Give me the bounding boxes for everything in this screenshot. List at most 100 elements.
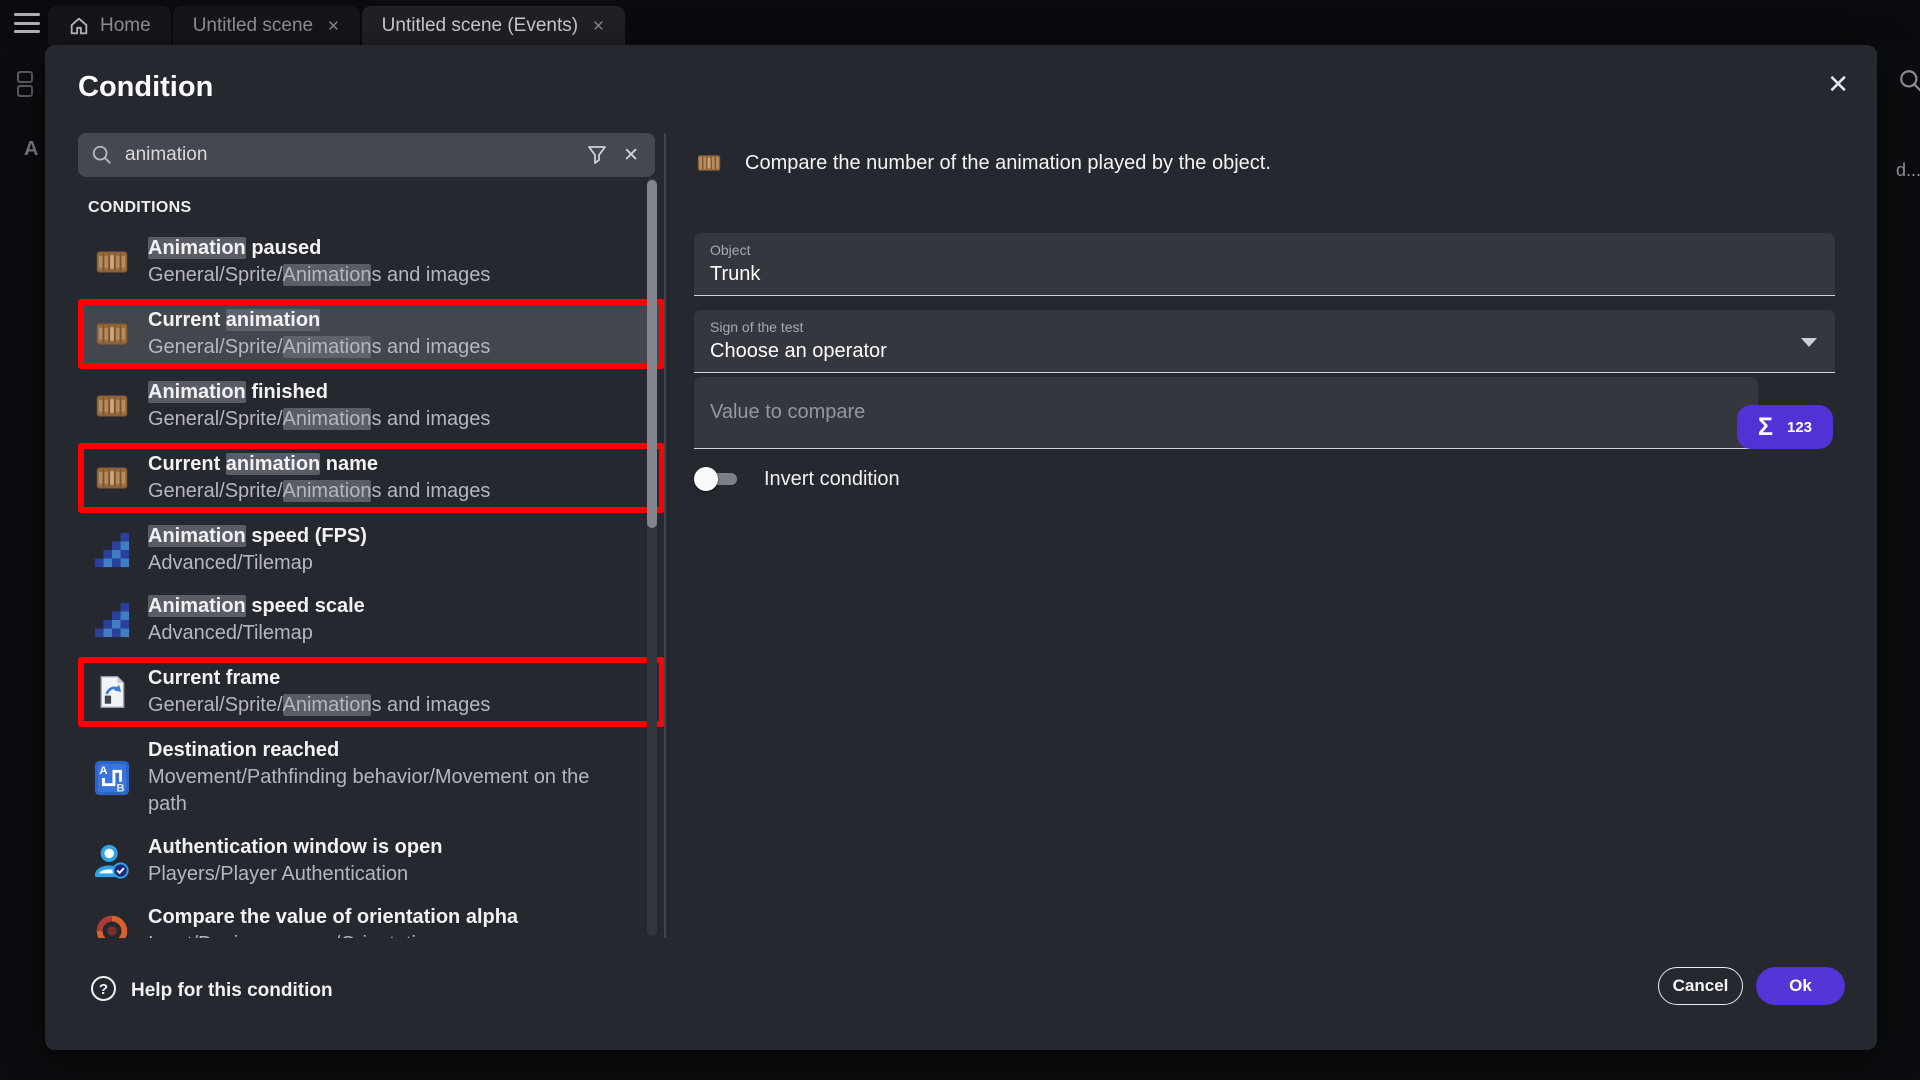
svg-text:B: B — [116, 782, 124, 794]
condition-title: Animation paused — [148, 235, 490, 262]
condition-description: Compare the number of the animation play… — [745, 152, 1271, 175]
background-panel-text: d... — [1896, 160, 1920, 181]
condition-item-text: Current animation nameGeneral/Sprite/Ani… — [148, 451, 490, 505]
film-icon — [92, 314, 132, 354]
dialog-title: Condition — [78, 71, 213, 104]
invert-condition-label: Invert condition — [764, 468, 900, 491]
object-field[interactable]: Object Trunk — [694, 233, 1835, 296]
layout-grid-icon — [16, 70, 38, 105]
condition-subtitle: General/Sprite/Animations and images — [148, 262, 490, 289]
operator-field-value: Choose an operator — [710, 340, 887, 363]
film-icon — [695, 149, 723, 177]
tab-untitled-scene[interactable]: Untitled scene ✕ — [173, 6, 360, 46]
condition-item[interactable]: Animation speed scaleAdvanced/Tilemap — [78, 587, 665, 653]
search-bar: ✕ — [78, 133, 655, 177]
sigma-icon: Σ — [1758, 413, 1773, 442]
tab-home[interactable]: Home — [48, 6, 171, 46]
cancel-button[interactable]: Cancel — [1658, 967, 1743, 1005]
expression-builder-button[interactable]: Σ 123 — [1737, 405, 1833, 449]
toggle-knob[interactable] — [694, 467, 718, 491]
object-field-label: Object — [710, 242, 750, 258]
help-link[interactable]: ? Help for this condition — [90, 975, 333, 1007]
tab-label: Untitled scene (Events) — [382, 15, 578, 37]
svg-text:A: A — [99, 765, 107, 777]
value-field — [694, 377, 1758, 449]
clear-search-icon[interactable]: ✕ — [623, 144, 639, 167]
condition-item[interactable]: Current animation nameGeneral/Sprite/Ani… — [78, 443, 665, 513]
condition-title: Destination reached — [148, 737, 618, 764]
value-input[interactable] — [694, 401, 1758, 424]
condition-subtitle: General/Sprite/Animations and images — [148, 692, 490, 719]
condition-item[interactable]: Animation finishedGeneral/Sprite/Animati… — [78, 373, 665, 439]
background-panel-letter: A — [24, 138, 38, 161]
scrollbar[interactable] — [647, 178, 657, 936]
condition-subtitle: Advanced/Tilemap — [148, 620, 365, 647]
invert-toggle[interactable] — [694, 466, 742, 492]
condition-dialog: Condition ✕ ✕ CONDITIONS Animation pause… — [45, 45, 1877, 1050]
menu-icon[interactable] — [14, 13, 40, 33]
ok-button[interactable]: Ok — [1756, 967, 1845, 1005]
condition-subtitle: Players/Player Authentication — [148, 861, 442, 888]
help-icon: ? — [90, 975, 117, 1007]
condition-item[interactable]: Current animationGeneral/Sprite/Animatio… — [78, 299, 665, 369]
condition-item[interactable]: Compare the value of orientation alphaIn… — [78, 898, 665, 938]
scrollbar-thumb[interactable] — [647, 180, 657, 528]
condition-item-text: Animation finishedGeneral/Sprite/Animati… — [148, 379, 490, 433]
film-icon — [92, 242, 132, 282]
condition-subtitle: General/Sprite/Animations and images — [148, 478, 490, 505]
svg-text:?: ? — [99, 981, 108, 998]
frame-icon — [92, 672, 132, 712]
auth-icon — [92, 841, 132, 881]
help-label: Help for this condition — [131, 980, 333, 1002]
condition-title: Current animation — [148, 307, 490, 334]
condition-title: Compare the value of orientation alpha — [148, 904, 518, 931]
close-icon[interactable]: ✕ — [1827, 69, 1849, 100]
invert-condition-row: Invert condition — [694, 466, 900, 492]
conditions-list-items: Animation pausedGeneral/Sprite/Animation… — [78, 229, 665, 938]
condition-item[interactable]: Current frameGeneral/Sprite/Animations a… — [78, 657, 665, 727]
condition-item[interactable]: Authentication window is openPlayers/Pla… — [78, 828, 665, 894]
condition-title: Animation speed (FPS) — [148, 523, 367, 550]
condition-item-text: Animation speed (FPS)Advanced/Tilemap — [148, 523, 367, 577]
object-field-value: Trunk — [710, 263, 760, 286]
condition-title: Authentication window is open — [148, 834, 442, 861]
operator-select[interactable]: Sign of the test Choose an operator — [694, 310, 1835, 373]
condition-item-text: Authentication window is openPlayers/Pla… — [148, 834, 442, 888]
close-icon[interactable]: ✕ — [588, 17, 605, 35]
condition-item-text: Animation pausedGeneral/Sprite/Animation… — [148, 235, 490, 289]
numbers-icon: 123 — [1787, 419, 1812, 436]
condition-item[interactable]: ABDestination reachedMovement/Pathfindin… — [78, 731, 665, 824]
conditions-list: CONDITIONS Animation pausedGeneral/Sprit… — [78, 185, 665, 938]
condition-subtitle: Advanced/Tilemap — [148, 550, 367, 577]
pathfinding-icon: AB — [92, 758, 132, 798]
tab-bar-tabs: HomeUntitled scene✕Untitled scene (Event… — [48, 6, 627, 46]
condition-item[interactable]: Animation pausedGeneral/Sprite/Animation… — [78, 229, 665, 295]
search-icon — [91, 144, 113, 166]
film-icon — [92, 386, 132, 426]
condition-item-text: Animation speed scaleAdvanced/Tilemap — [148, 593, 365, 647]
filter-icon[interactable] — [587, 145, 607, 165]
condition-subtitle: Input/Device sensors/Orientation — [148, 931, 518, 938]
tab-bar: HomeUntitled scene✕Untitled scene (Event… — [0, 0, 1920, 46]
condition-title: Animation speed scale — [148, 593, 365, 620]
close-icon[interactable]: ✕ — [323, 17, 340, 35]
condition-title: Current frame — [148, 665, 490, 692]
search-icon — [1898, 68, 1920, 99]
orientation-icon — [92, 911, 132, 938]
tab-label: Home — [100, 15, 151, 37]
condition-item-text: Compare the value of orientation alphaIn… — [148, 904, 518, 938]
condition-description-row: Compare the number of the animation play… — [695, 149, 1271, 177]
condition-item[interactable]: Animation speed (FPS)Advanced/Tilemap — [78, 517, 665, 583]
panel-divider — [664, 133, 666, 938]
home-icon — [68, 15, 90, 37]
tab-label: Untitled scene — [193, 15, 313, 37]
condition-title: Current animation name — [148, 451, 490, 478]
condition-title: Animation finished — [148, 379, 490, 406]
search-input[interactable] — [125, 144, 587, 166]
tab-untitled-scene-events[interactable]: Untitled scene (Events) ✕ — [362, 6, 625, 46]
tilemap-icon — [92, 600, 132, 640]
condition-subtitle: General/Sprite/Animations and images — [148, 334, 490, 361]
chevron-down-icon[interactable] — [1801, 338, 1817, 347]
section-label: CONDITIONS — [78, 185, 665, 229]
condition-item-text: Current animationGeneral/Sprite/Animatio… — [148, 307, 490, 361]
